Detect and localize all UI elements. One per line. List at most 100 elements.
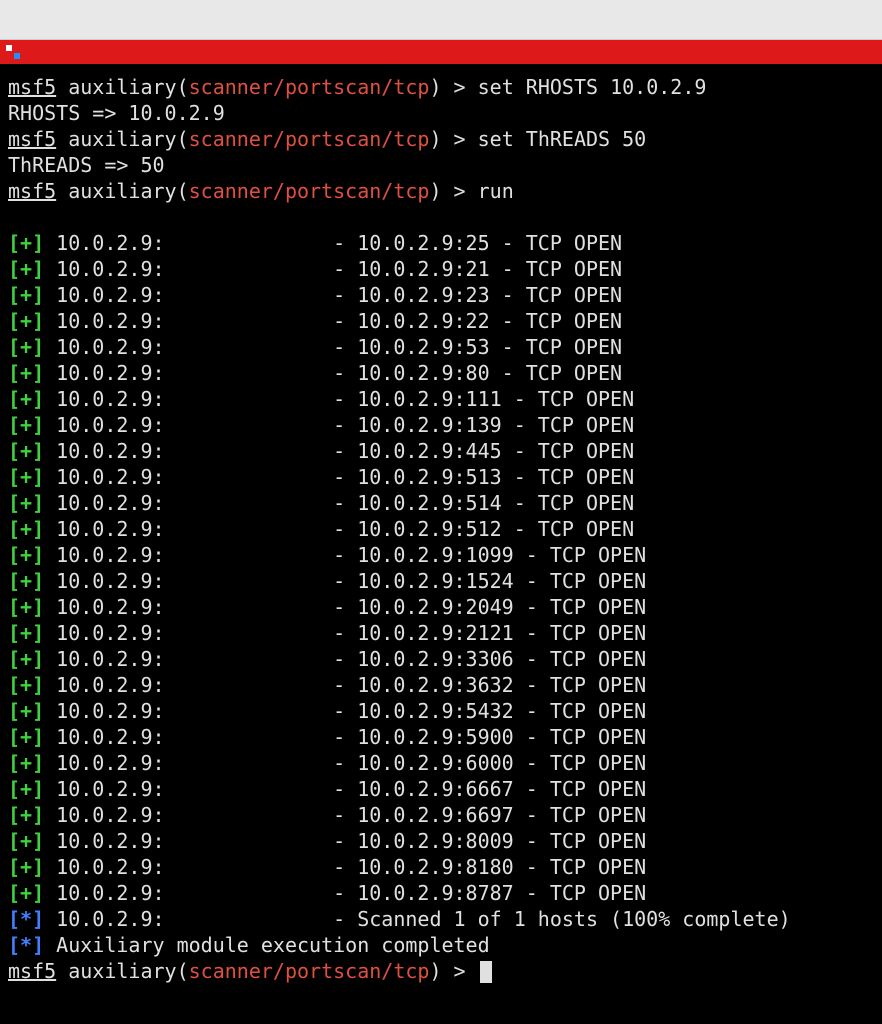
status-symbol: [+] — [8, 725, 44, 749]
status-symbol: [+] — [8, 231, 44, 255]
scan-result: [+] 10.0.2.9: - 10.0.2.9:6000 - TCP OPEN — [8, 750, 874, 776]
prompt-aux-close: ) — [429, 179, 453, 203]
prompt-msf: msf5 — [8, 75, 56, 99]
status-symbol: [+] — [8, 569, 44, 593]
status-symbol: [+] — [8, 673, 44, 697]
command-text: set RHOSTS 10.0.2.9 — [478, 75, 707, 99]
completion-line: [*] Auxiliary module execution completed — [8, 932, 874, 958]
status-symbol: [*] — [8, 933, 44, 957]
result-detail: - 10.0.2.9:53 - TCP OPEN — [333, 335, 622, 359]
status-symbol: [+] — [8, 361, 44, 385]
result-host: 10.0.2.9: — [44, 751, 333, 775]
result-detail: - 10.0.2.9:2049 - TCP OPEN — [333, 595, 646, 619]
prompt-aux-open: auxiliary( — [56, 75, 188, 99]
status-symbol: [+] — [8, 439, 44, 463]
status-symbol: [+] — [8, 413, 44, 437]
result-host: 10.0.2.9: — [44, 621, 333, 645]
status-symbol: [+] — [8, 283, 44, 307]
result-detail: - 10.0.2.9:6667 - TCP OPEN — [333, 777, 646, 801]
result-detail: - 10.0.2.9:445 - TCP OPEN — [333, 439, 634, 463]
scan-result: [+] 10.0.2.9: - 10.0.2.9:514 - TCP OPEN — [8, 490, 874, 516]
prompt-aux-close: ) — [429, 75, 453, 99]
terminal-titlebar[interactable] — [0, 40, 882, 64]
window-chrome — [0, 0, 882, 40]
scan-result: [+] 10.0.2.9: - 10.0.2.9:111 - TCP OPEN — [8, 386, 874, 412]
result-detail: - 10.0.2.9:8180 - TCP OPEN — [333, 855, 646, 879]
prompt-gt: > — [454, 127, 478, 151]
prompt-module: scanner/portscan/tcp — [189, 75, 430, 99]
prompt-aux-open: auxiliary( — [56, 959, 188, 983]
status-symbol: [+] — [8, 491, 44, 515]
result-host: 10.0.2.9: — [44, 829, 333, 853]
scan-result: [+] 10.0.2.9: - 10.0.2.9:8180 - TCP OPEN — [8, 854, 874, 880]
status-symbol: [+] — [8, 309, 44, 333]
scan-result: [+] 10.0.2.9: - 10.0.2.9:3632 - TCP OPEN — [8, 672, 874, 698]
result-host: 10.0.2.9: — [44, 309, 333, 333]
scan-result: [+] 10.0.2.9: - 10.0.2.9:6697 - TCP OPEN — [8, 802, 874, 828]
result-detail: - Scanned 1 of 1 hosts (100% complete) — [333, 907, 791, 931]
cursor-icon — [480, 961, 492, 983]
result-host: 10.0.2.9: — [44, 855, 333, 879]
terminal-app-icon — [6, 45, 20, 59]
result-host: 10.0.2.9: — [44, 517, 333, 541]
result-host: 10.0.2.9: — [44, 231, 333, 255]
scan-result: [+] 10.0.2.9: - 10.0.2.9:1524 - TCP OPEN — [8, 568, 874, 594]
result-detail: - 10.0.2.9:21 - TCP OPEN — [333, 257, 622, 281]
status-symbol: [+] — [8, 699, 44, 723]
result-host: 10.0.2.9: — [44, 569, 333, 593]
result-detail: - 10.0.2.9:6697 - TCP OPEN — [333, 803, 646, 827]
command-text: run — [478, 179, 514, 203]
result-detail: - 10.0.2.9:5900 - TCP OPEN — [333, 725, 646, 749]
result-host: 10.0.2.9: — [44, 907, 333, 931]
completion-text: Auxiliary module execution completed — [44, 933, 490, 957]
status-symbol: [+] — [8, 335, 44, 359]
prompt-msf: msf5 — [8, 127, 56, 151]
blank-line — [8, 204, 874, 230]
result-host: 10.0.2.9: — [44, 361, 333, 385]
status-symbol: [+] — [8, 465, 44, 489]
scan-result: [+] 10.0.2.9: - 10.0.2.9:512 - TCP OPEN — [8, 516, 874, 542]
status-symbol: [+] — [8, 595, 44, 619]
result-host: 10.0.2.9: — [44, 439, 333, 463]
result-detail: - 10.0.2.9:23 - TCP OPEN — [333, 283, 622, 307]
scan-result: [+] 10.0.2.9: - 10.0.2.9:513 - TCP OPEN — [8, 464, 874, 490]
scan-result: [+] 10.0.2.9: - 10.0.2.9:21 - TCP OPEN — [8, 256, 874, 282]
scan-result: [+] 10.0.2.9: - 10.0.2.9:2121 - TCP OPEN — [8, 620, 874, 646]
result-detail: - 10.0.2.9:512 - TCP OPEN — [333, 517, 634, 541]
status-symbol: [+] — [8, 777, 44, 801]
result-detail: - 10.0.2.9:111 - TCP OPEN — [333, 387, 634, 411]
terminal-output[interactable]: msf5 auxiliary(scanner/portscan/tcp) > s… — [0, 64, 882, 984]
result-host: 10.0.2.9: — [44, 465, 333, 489]
prompt-msf: msf5 — [8, 959, 56, 983]
scan-result: [+] 10.0.2.9: - 10.0.2.9:139 - TCP OPEN — [8, 412, 874, 438]
command-echo: ThREADS => 50 — [8, 152, 874, 178]
result-host: 10.0.2.9: — [44, 647, 333, 671]
prompt-aux-open: auxiliary( — [56, 127, 188, 151]
result-host: 10.0.2.9: — [44, 491, 333, 515]
result-detail: - 10.0.2.9:2121 - TCP OPEN — [333, 621, 646, 645]
result-host: 10.0.2.9: — [44, 725, 333, 749]
result-host: 10.0.2.9: — [44, 673, 333, 697]
command-text: set ThREADS 50 — [478, 127, 647, 151]
status-symbol: [+] — [8, 517, 44, 541]
scan-result: [+] 10.0.2.9: - 10.0.2.9:5432 - TCP OPEN — [8, 698, 874, 724]
prompt-aux-close: ) — [429, 959, 453, 983]
command-line: msf5 auxiliary(scanner/portscan/tcp) > s… — [8, 74, 874, 100]
scan-result: [+] 10.0.2.9: - 10.0.2.9:2049 - TCP OPEN — [8, 594, 874, 620]
prompt-ready[interactable]: msf5 auxiliary(scanner/portscan/tcp) > — [8, 958, 874, 984]
scan-result: [+] 10.0.2.9: - 10.0.2.9:80 - TCP OPEN — [8, 360, 874, 386]
result-host: 10.0.2.9: — [44, 777, 333, 801]
scan-result: [+] 10.0.2.9: - 10.0.2.9:6667 - TCP OPEN — [8, 776, 874, 802]
status-symbol: [+] — [8, 881, 44, 905]
scan-result: [+] 10.0.2.9: - 10.0.2.9:8009 - TCP OPEN — [8, 828, 874, 854]
scan-result: [+] 10.0.2.9: - 10.0.2.9:5900 - TCP OPEN — [8, 724, 874, 750]
result-detail: - 10.0.2.9:25 - TCP OPEN — [333, 231, 622, 255]
result-detail: - 10.0.2.9:8787 - TCP OPEN — [333, 881, 646, 905]
result-host: 10.0.2.9: — [44, 257, 333, 281]
result-host: 10.0.2.9: — [44, 699, 333, 723]
result-detail: - 10.0.2.9:513 - TCP OPEN — [333, 465, 634, 489]
status-symbol: [*] — [8, 907, 44, 931]
status-symbol: [+] — [8, 855, 44, 879]
command-line: msf5 auxiliary(scanner/portscan/tcp) > s… — [8, 126, 874, 152]
scan-result: [+] 10.0.2.9: - 10.0.2.9:1099 - TCP OPEN — [8, 542, 874, 568]
